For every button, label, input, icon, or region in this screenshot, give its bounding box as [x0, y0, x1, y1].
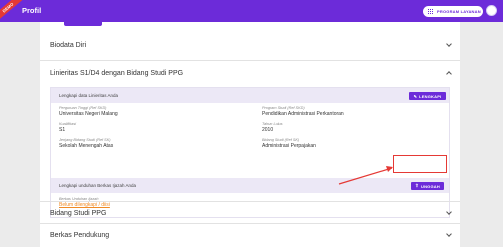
annotation-arrow-icon	[338, 166, 393, 185]
